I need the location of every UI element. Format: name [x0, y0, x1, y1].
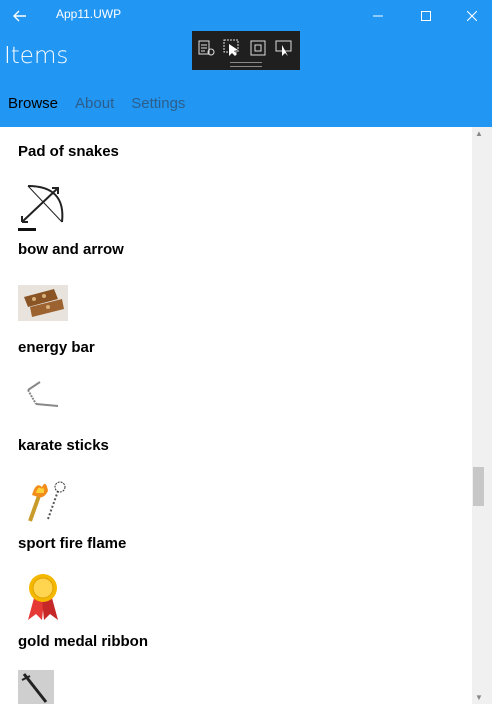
- minimize-button[interactable]: [355, 0, 401, 31]
- select-element-icon[interactable]: [223, 39, 241, 57]
- scrollbar-thumb[interactable]: [473, 467, 484, 506]
- live-visual-tree-icon[interactable]: [197, 39, 215, 57]
- bow-and-arrow-image: [18, 185, 64, 231]
- item-label: gold medal ribbon: [18, 633, 148, 650]
- debug-toolbar: [192, 31, 300, 70]
- title-bar: App11.UWP: [0, 0, 492, 31]
- tab-settings[interactable]: Settings: [131, 95, 185, 112]
- fire-torch-image: [28, 481, 66, 522]
- sword-image: [18, 670, 54, 704]
- items-list: Pad of snakes bow and arrow energy bar k: [0, 127, 472, 704]
- display-layout-adorners-icon[interactable]: [249, 39, 267, 57]
- close-icon: [467, 10, 477, 21]
- item-label: energy bar: [18, 339, 95, 356]
- item-label: bow and arrow: [18, 241, 124, 258]
- scroll-up-icon[interactable]: ▲: [474, 128, 484, 138]
- back-button[interactable]: [0, 0, 40, 31]
- close-button[interactable]: [449, 0, 492, 31]
- item-label: Pad of snakes: [18, 143, 119, 160]
- item-label: sport fire flame: [18, 535, 127, 552]
- tab-bar: Browse About Settings: [0, 95, 194, 112]
- arrow-left-icon: [13, 10, 26, 21]
- minimize-icon: [373, 15, 383, 16]
- window-title: App11.UWP: [56, 7, 122, 21]
- tab-browse[interactable]: Browse: [8, 95, 58, 112]
- page-title: Items: [4, 43, 69, 69]
- vertical-scrollbar[interactable]: [472, 127, 492, 704]
- energy-bar-image: [18, 285, 68, 321]
- track-focus-icon[interactable]: [275, 39, 293, 57]
- tab-about[interactable]: About: [75, 95, 114, 112]
- scroll-down-icon[interactable]: ▼: [474, 692, 484, 702]
- maximize-button[interactable]: [403, 0, 449, 31]
- toolbar-grip[interactable]: [230, 62, 262, 67]
- karate-sticks-image: [27, 381, 59, 407]
- gold-medal-image: [28, 574, 58, 620]
- maximize-icon: [421, 10, 431, 21]
- item-label: karate sticks: [18, 437, 109, 454]
